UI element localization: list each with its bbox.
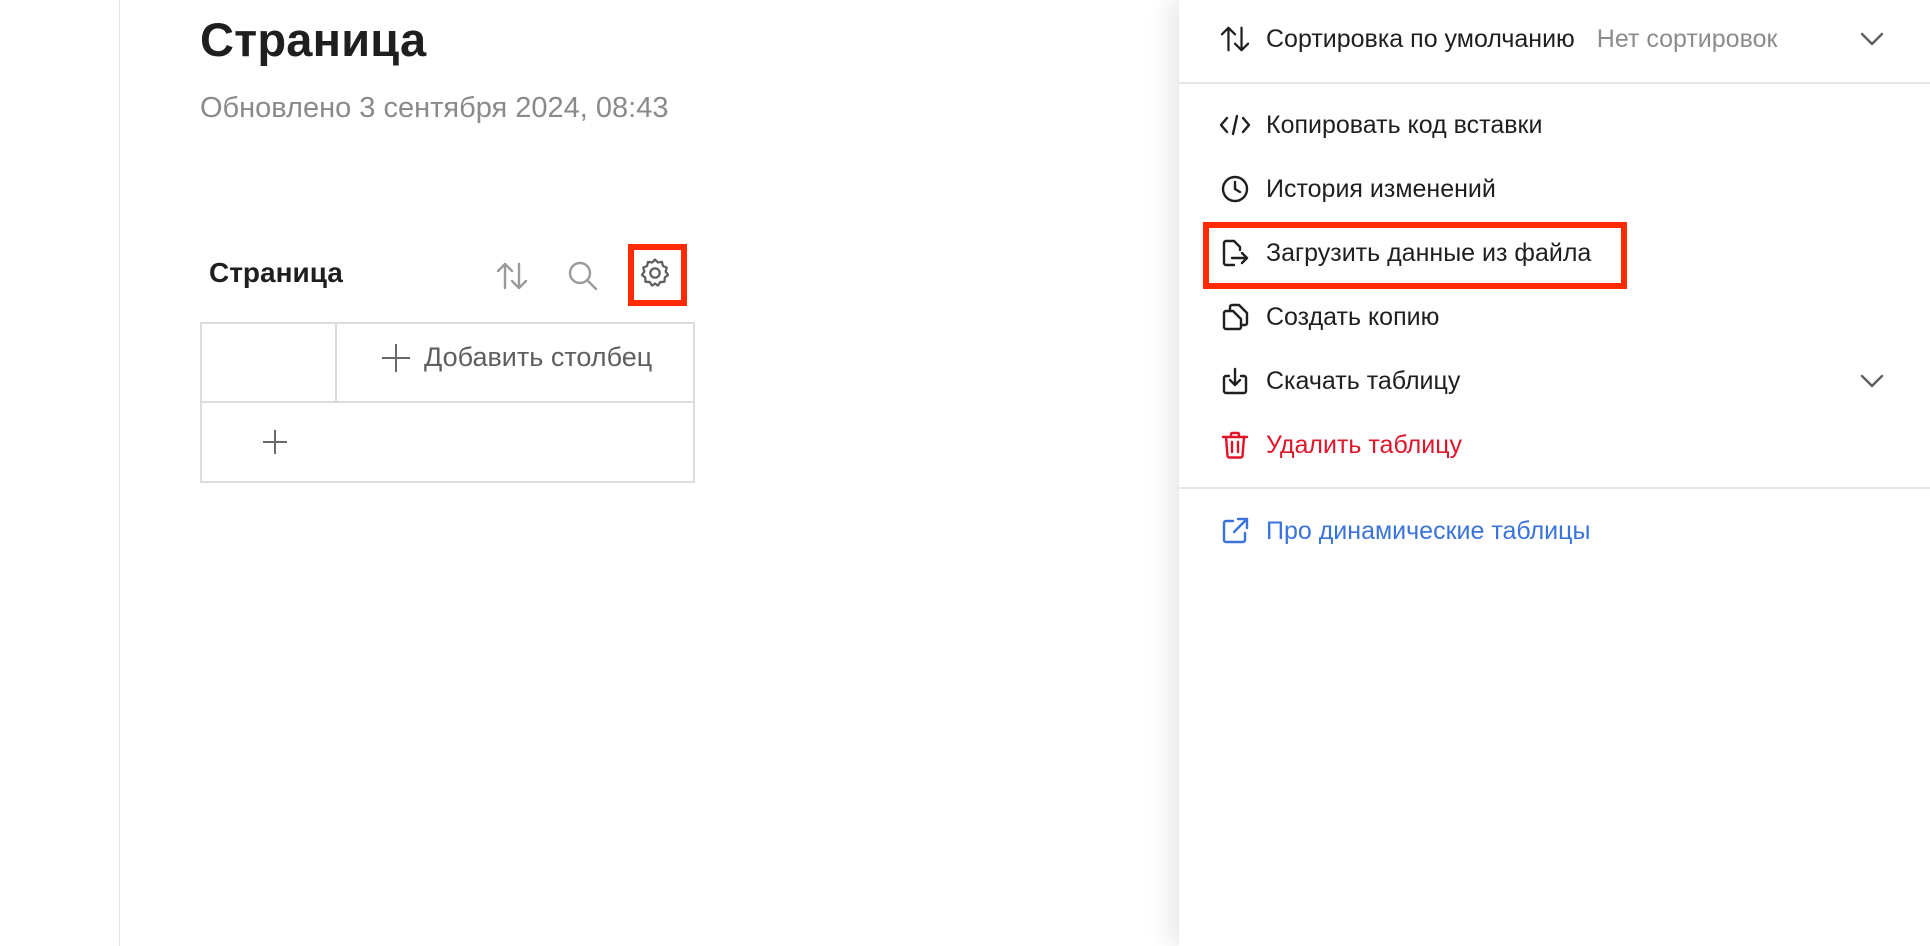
grid-row-divider [202,401,693,403]
trash-icon [1217,427,1253,463]
gear-icon[interactable] [635,253,675,293]
menu-item-download-table[interactable]: Скачать таблицу [1217,355,1890,407]
panel-divider [1179,487,1930,489]
clock-icon [1217,171,1253,207]
add-row-button[interactable] [263,430,287,454]
default-sort-dropdown[interactable]: Сортировка по умолчанию Нет сортировок [1217,13,1890,65]
add-column-button[interactable]: Добавить столбец [382,342,652,373]
sort-icon [1217,21,1253,57]
external-link-icon [1217,513,1253,549]
chevron-down-icon [1854,363,1890,399]
menu-item-delete-table[interactable]: Удалить таблицу [1217,419,1890,471]
plus-icon [382,344,410,372]
default-sort-label: Сортировка по умолчанию [1266,24,1575,53]
menu-item-change-history[interactable]: История изменений [1217,163,1890,215]
menu-item-label: Создать копию [1266,302,1440,331]
copy-icon [1217,299,1253,335]
table-title: Страница [209,257,343,288]
link-about-dynamic-tables[interactable]: Про динамические таблицы [1217,505,1890,557]
chevron-down-icon [1854,21,1890,57]
page-title: Страница [200,13,427,66]
table-settings-panel: Сортировка по умолчанию Нет сортировок К… [1179,0,1930,946]
panel-divider [1179,82,1930,84]
menu-item-copy-embed-code[interactable]: Копировать код вставки [1217,99,1890,151]
menu-item-label: Скачать таблицу [1266,366,1461,395]
search-icon[interactable] [563,256,603,296]
add-column-label: Добавить столбец [424,342,653,372]
menu-item-create-copy[interactable]: Создать копию [1217,291,1890,343]
menu-item-label: Удалить таблицу [1266,430,1463,459]
upload-highlight-frame [1203,222,1627,289]
empty-table-grid: Добавить столбец [200,322,695,483]
menu-item-label: Копировать код вставки [1266,110,1543,139]
download-icon [1217,363,1253,399]
menu-item-label: История изменений [1266,174,1496,203]
default-sort-value: Нет сортировок [1596,24,1778,53]
code-icon [1217,107,1253,143]
left-divider [119,0,120,946]
sort-icon[interactable] [492,256,532,296]
page-updated-timestamp: Обновлено 3 сентября 2024, 08:43 [200,92,669,124]
grid-column-divider [335,324,337,401]
link-label: Про динамические таблицы [1266,516,1591,545]
